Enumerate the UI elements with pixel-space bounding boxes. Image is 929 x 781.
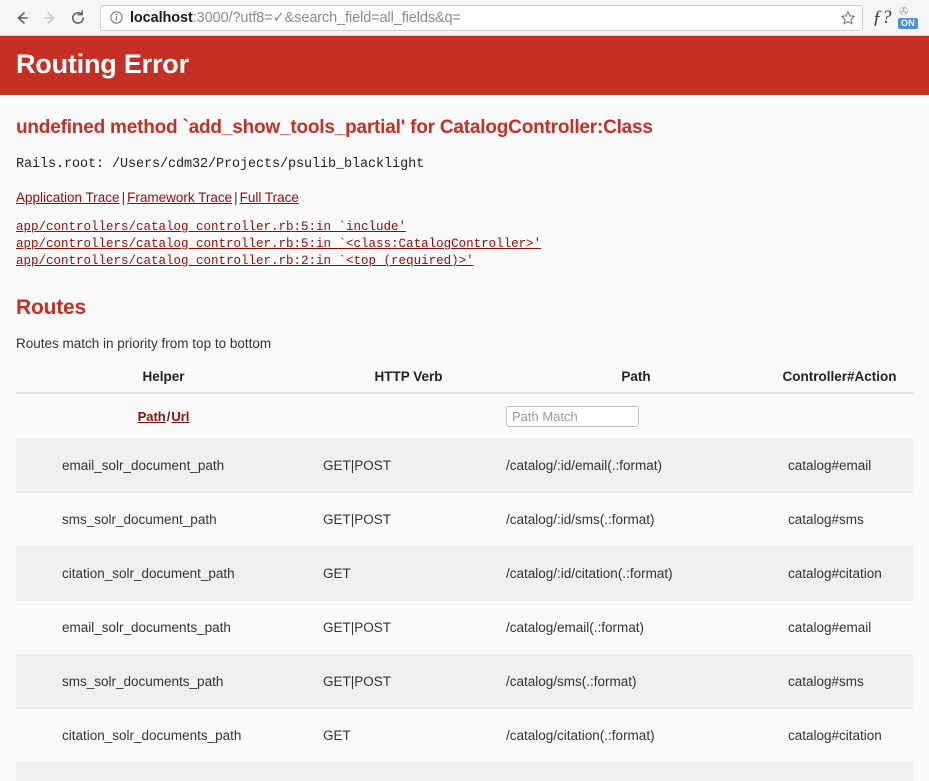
column-header-http-verb: HTTP Verb xyxy=(311,365,506,394)
table-row: sms_solr_documents_path GET|POST /catalo… xyxy=(16,654,913,709)
error-message: undefined method `add_show_tools_partial… xyxy=(16,117,653,138)
extension-button-fq[interactable]: ƒ? xyxy=(869,4,895,32)
path-match-cell xyxy=(506,393,766,439)
cell-path: /catalog/email(.:format) xyxy=(506,600,766,655)
toggle-url-link[interactable]: Url xyxy=(171,409,189,424)
path-url-toggle: Path/Url xyxy=(16,393,311,439)
cell-controller-action: catalog#show xyxy=(766,762,913,781)
page-title: Routing Error xyxy=(16,49,189,79)
trace-separator-1: | xyxy=(121,190,126,205)
cell-http-verb: GET|POST xyxy=(311,600,506,655)
cell-helper: solr_document_path xyxy=(16,762,311,781)
cell-controller-action: catalog#sms xyxy=(766,654,913,709)
cell-http-verb: GET xyxy=(311,708,506,763)
cell-http-verb: GET|POST xyxy=(311,439,506,493)
routes-subtitle: Routes match in priority from top to bot… xyxy=(16,336,272,351)
table-row: email_solr_documents_path GET|POST /cata… xyxy=(16,600,913,655)
cell-helper: citation_solr_document_path xyxy=(16,546,311,601)
reload-icon xyxy=(69,9,87,27)
rails-root-path: Rails.root: /Users/cdm32/Projects/psulib… xyxy=(16,157,425,172)
cell-controller-action: catalog#citation xyxy=(766,546,913,601)
cell-path: /catalog/sms(.:format) xyxy=(506,654,766,709)
trace-tabs: Application Trace | Framework Trace | Full T… xyxy=(16,190,913,205)
bookmark-star-icon[interactable] xyxy=(838,8,858,28)
page-content: undefined method `add_show_tools_partial… xyxy=(0,117,929,781)
framework-trace-link[interactable]: Framework Trace xyxy=(127,190,232,205)
url-text: localhost:3000/?utf8=✓&search_field=all_… xyxy=(130,6,461,30)
table-row: sms_solr_document_path GET|POST /catalog… xyxy=(16,492,913,547)
cell-helper: sms_solr_documents_path xyxy=(16,654,311,709)
path-match-input[interactable] xyxy=(506,406,639,427)
column-header-path: Path xyxy=(506,365,766,394)
proxy-extension-icon: ✇ ON xyxy=(897,5,919,29)
table-row: email_solr_document_path GET|POST /catal… xyxy=(16,439,913,493)
browser-toolbar: localhost:3000/?utf8=✓&search_field=all_… xyxy=(0,0,929,36)
cell-helper: email_solr_documents_path xyxy=(16,600,311,655)
toggle-path-link[interactable]: Path xyxy=(138,409,166,424)
extension-on-badge: ON xyxy=(898,17,918,29)
page-info-icon[interactable] xyxy=(109,11,123,25)
full-trace-link[interactable]: Full Trace xyxy=(240,190,299,205)
path-url-toggle-row: Path/Url xyxy=(16,393,913,439)
cell-controller-action: catalog#sms xyxy=(766,492,913,547)
trace-line[interactable]: app/controllers/catalog_controller.rb:2:… xyxy=(16,253,913,270)
routes-heading: Routes xyxy=(16,296,86,319)
routes-table: Helper HTTP Verb Path Controller#Action … xyxy=(16,365,913,781)
cell-helper: citation_solr_documents_path xyxy=(16,708,311,763)
url-path: :3000/?utf8=✓&search_field=all_fields&q= xyxy=(192,9,461,26)
address-bar[interactable]: localhost:3000/?utf8=✓&search_field=all_… xyxy=(100,4,863,31)
trace-line[interactable]: app/controllers/catalog_controller.rb:5:… xyxy=(16,219,913,236)
cell-path: /catalog/:id/citation(.:format) xyxy=(506,546,766,601)
url-host: localhost xyxy=(130,9,193,26)
application-trace-link[interactable]: Application Trace xyxy=(16,190,120,205)
cell-controller-action: catalog#email xyxy=(766,439,913,493)
cell-path: /catalog/:id/sms(.:format) xyxy=(506,492,766,547)
table-row: citation_solr_documents_path GET /catalo… xyxy=(16,708,913,763)
error-header: Routing Error xyxy=(0,36,929,95)
extension-button-proxy[interactable]: ✇ ON xyxy=(895,4,921,32)
table-row: solr_document_path GET /catalog/:id(.:fo… xyxy=(16,762,913,781)
forward-button[interactable] xyxy=(36,4,64,32)
empty-cell-verb xyxy=(311,393,506,439)
function-question-icon: ƒ? xyxy=(872,7,892,28)
trace-separator-2: | xyxy=(234,190,238,205)
routes-table-body: email_solr_document_path GET|POST /catal… xyxy=(16,439,913,781)
back-arrow-icon xyxy=(13,9,31,27)
cell-helper: email_solr_document_path xyxy=(16,439,311,493)
cell-path: /catalog/:id/email(.:format) xyxy=(506,439,766,493)
cell-controller-action: catalog#email xyxy=(766,600,913,655)
table-row: citation_solr_document_path GET /catalog… xyxy=(16,546,913,601)
cell-http-verb: GET xyxy=(311,762,506,781)
routes-search-row: Path/Url xyxy=(16,393,913,439)
proxy-glyph-icon: ✇ xyxy=(899,5,909,18)
trace-line-list: app/controllers/catalog_controller.rb:5:… xyxy=(16,219,913,270)
cell-helper: sms_solr_document_path xyxy=(16,492,311,547)
trace-line[interactable]: app/controllers/catalog_controller.rb:5:… xyxy=(16,236,913,253)
column-header-controller-action: Controller#Action xyxy=(766,365,913,394)
column-header-helper: Helper xyxy=(16,365,311,394)
cell-http-verb: GET|POST xyxy=(311,492,506,547)
routes-table-head: Helper HTTP Verb Path Controller#Action xyxy=(16,365,913,394)
cell-controller-action: catalog#citation xyxy=(766,708,913,763)
cell-http-verb: GET|POST xyxy=(311,654,506,709)
cell-path: /catalog/:id(.:format) xyxy=(506,762,766,781)
empty-cell-action xyxy=(766,393,913,439)
forward-arrow-icon xyxy=(41,9,59,27)
back-button[interactable] xyxy=(8,4,36,32)
cell-path: /catalog/citation(.:format) xyxy=(506,708,766,763)
cell-http-verb: GET xyxy=(311,546,506,601)
table-header-row: Helper HTTP Verb Path Controller#Action xyxy=(16,365,913,394)
reload-button[interactable] xyxy=(64,4,92,32)
